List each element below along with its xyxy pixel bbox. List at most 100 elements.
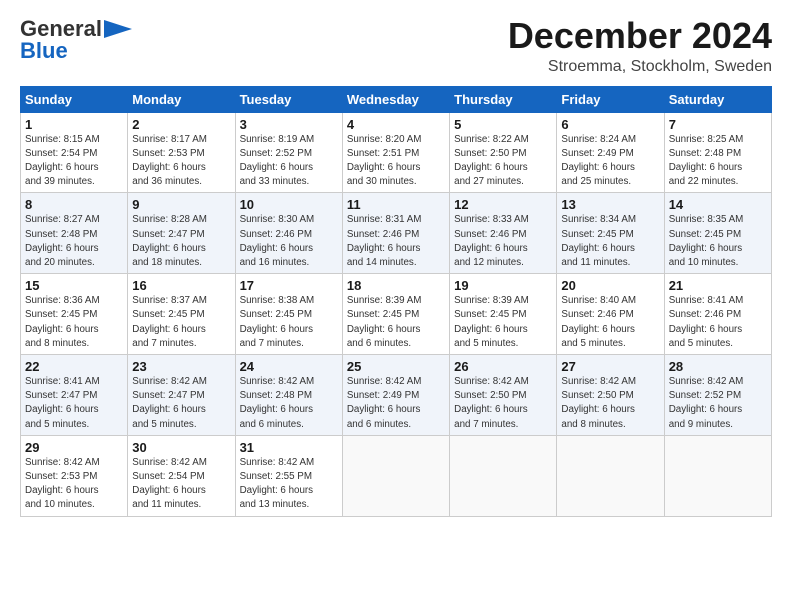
calendar-cell: 7Sunrise: 8:25 AMSunset: 2:48 PMDaylight… (664, 112, 771, 193)
day-info: Sunrise: 8:42 AMSunset: 2:48 PMDaylight:… (240, 375, 338, 432)
day-info: Sunrise: 8:24 AMSunset: 2:49 PMDaylight:… (561, 133, 659, 190)
day-info: Sunrise: 8:42 AMSunset: 2:50 PMDaylight:… (561, 375, 659, 432)
day-info: Sunrise: 8:42 AMSunset: 2:50 PMDaylight:… (454, 375, 552, 432)
day-number: 11 (347, 197, 445, 212)
calendar-cell: 6Sunrise: 8:24 AMSunset: 2:49 PMDaylight… (557, 112, 664, 193)
calendar-cell: 15Sunrise: 8:36 AMSunset: 2:45 PMDayligh… (21, 274, 128, 355)
calendar-cell: 27Sunrise: 8:42 AMSunset: 2:50 PMDayligh… (557, 355, 664, 436)
calendar-cell: 13Sunrise: 8:34 AMSunset: 2:45 PMDayligh… (557, 193, 664, 274)
calendar-cell: 2Sunrise: 8:17 AMSunset: 2:53 PMDaylight… (128, 112, 235, 193)
calendar-week-5: 29Sunrise: 8:42 AMSunset: 2:53 PMDayligh… (21, 435, 772, 516)
calendar-header-wednesday: Wednesday (342, 86, 449, 112)
day-info: Sunrise: 8:20 AMSunset: 2:51 PMDaylight:… (347, 133, 445, 190)
calendar-cell: 3Sunrise: 8:19 AMSunset: 2:52 PMDaylight… (235, 112, 342, 193)
day-info: Sunrise: 8:19 AMSunset: 2:52 PMDaylight:… (240, 133, 338, 190)
day-info: Sunrise: 8:34 AMSunset: 2:45 PMDaylight:… (561, 213, 659, 270)
calendar-cell: 19Sunrise: 8:39 AMSunset: 2:45 PMDayligh… (450, 274, 557, 355)
calendar-cell: 18Sunrise: 8:39 AMSunset: 2:45 PMDayligh… (342, 274, 449, 355)
calendar-header-sunday: Sunday (21, 86, 128, 112)
day-number: 10 (240, 197, 338, 212)
calendar-cell: 30Sunrise: 8:42 AMSunset: 2:54 PMDayligh… (128, 435, 235, 516)
calendar-week-2: 8Sunrise: 8:27 AMSunset: 2:48 PMDaylight… (21, 193, 772, 274)
calendar-cell: 16Sunrise: 8:37 AMSunset: 2:45 PMDayligh… (128, 274, 235, 355)
calendar-cell: 12Sunrise: 8:33 AMSunset: 2:46 PMDayligh… (450, 193, 557, 274)
calendar-table: SundayMondayTuesdayWednesdayThursdayFrid… (20, 86, 772, 517)
calendar-week-4: 22Sunrise: 8:41 AMSunset: 2:47 PMDayligh… (21, 355, 772, 436)
calendar-cell: 25Sunrise: 8:42 AMSunset: 2:49 PMDayligh… (342, 355, 449, 436)
calendar-cell: 23Sunrise: 8:42 AMSunset: 2:47 PMDayligh… (128, 355, 235, 436)
day-number: 17 (240, 278, 338, 293)
day-info: Sunrise: 8:42 AMSunset: 2:53 PMDaylight:… (25, 456, 123, 513)
day-info: Sunrise: 8:39 AMSunset: 2:45 PMDaylight:… (454, 294, 552, 351)
calendar-cell: 17Sunrise: 8:38 AMSunset: 2:45 PMDayligh… (235, 274, 342, 355)
day-number: 18 (347, 278, 445, 293)
day-info: Sunrise: 8:42 AMSunset: 2:49 PMDaylight:… (347, 375, 445, 432)
day-info: Sunrise: 8:37 AMSunset: 2:45 PMDaylight:… (132, 294, 230, 351)
day-number: 24 (240, 359, 338, 374)
day-number: 31 (240, 440, 338, 455)
day-info: Sunrise: 8:17 AMSunset: 2:53 PMDaylight:… (132, 133, 230, 190)
calendar-header-tuesday: Tuesday (235, 86, 342, 112)
calendar-header-saturday: Saturday (664, 86, 771, 112)
day-info: Sunrise: 8:25 AMSunset: 2:48 PMDaylight:… (669, 133, 767, 190)
day-info: Sunrise: 8:35 AMSunset: 2:45 PMDaylight:… (669, 213, 767, 270)
day-info: Sunrise: 8:42 AMSunset: 2:54 PMDaylight:… (132, 456, 230, 513)
day-number: 7 (669, 117, 767, 132)
day-info: Sunrise: 8:41 AMSunset: 2:47 PMDaylight:… (25, 375, 123, 432)
calendar-cell: 1Sunrise: 8:15 AMSunset: 2:54 PMDaylight… (21, 112, 128, 193)
calendar-cell: 10Sunrise: 8:30 AMSunset: 2:46 PMDayligh… (235, 193, 342, 274)
calendar-cell: 14Sunrise: 8:35 AMSunset: 2:45 PMDayligh… (664, 193, 771, 274)
day-info: Sunrise: 8:38 AMSunset: 2:45 PMDaylight:… (240, 294, 338, 351)
calendar-cell: 29Sunrise: 8:42 AMSunset: 2:53 PMDayligh… (21, 435, 128, 516)
day-number: 30 (132, 440, 230, 455)
day-info: Sunrise: 8:27 AMSunset: 2:48 PMDaylight:… (25, 213, 123, 270)
day-info: Sunrise: 8:36 AMSunset: 2:45 PMDaylight:… (25, 294, 123, 351)
location: Stroemma, Stockholm, Sweden (508, 58, 772, 76)
day-number: 19 (454, 278, 552, 293)
day-number: 20 (561, 278, 659, 293)
day-number: 25 (347, 359, 445, 374)
day-info: Sunrise: 8:40 AMSunset: 2:46 PMDaylight:… (561, 294, 659, 351)
day-info: Sunrise: 8:33 AMSunset: 2:46 PMDaylight:… (454, 213, 552, 270)
calendar-header-row: SundayMondayTuesdayWednesdayThursdayFrid… (21, 86, 772, 112)
day-number: 15 (25, 278, 123, 293)
day-info: Sunrise: 8:31 AMSunset: 2:46 PMDaylight:… (347, 213, 445, 270)
logo-blue: Blue (20, 38, 68, 64)
calendar-cell (664, 435, 771, 516)
day-number: 3 (240, 117, 338, 132)
day-info: Sunrise: 8:42 AMSunset: 2:52 PMDaylight:… (669, 375, 767, 432)
calendar-cell: 9Sunrise: 8:28 AMSunset: 2:47 PMDaylight… (128, 193, 235, 274)
day-number: 13 (561, 197, 659, 212)
calendar-cell: 5Sunrise: 8:22 AMSunset: 2:50 PMDaylight… (450, 112, 557, 193)
calendar-header-thursday: Thursday (450, 86, 557, 112)
day-number: 28 (669, 359, 767, 374)
calendar-cell: 31Sunrise: 8:42 AMSunset: 2:55 PMDayligh… (235, 435, 342, 516)
day-number: 27 (561, 359, 659, 374)
calendar-cell: 20Sunrise: 8:40 AMSunset: 2:46 PMDayligh… (557, 274, 664, 355)
calendar-cell: 26Sunrise: 8:42 AMSunset: 2:50 PMDayligh… (450, 355, 557, 436)
calendar-week-3: 15Sunrise: 8:36 AMSunset: 2:45 PMDayligh… (21, 274, 772, 355)
calendar-cell (557, 435, 664, 516)
day-info: Sunrise: 8:30 AMSunset: 2:46 PMDaylight:… (240, 213, 338, 270)
page: General Blue December 2024 Stroemma, Sto… (0, 0, 792, 612)
day-info: Sunrise: 8:15 AMSunset: 2:54 PMDaylight:… (25, 133, 123, 190)
calendar-header-monday: Monday (128, 86, 235, 112)
calendar-cell: 8Sunrise: 8:27 AMSunset: 2:48 PMDaylight… (21, 193, 128, 274)
day-number: 23 (132, 359, 230, 374)
calendar-header-friday: Friday (557, 86, 664, 112)
header: General Blue December 2024 Stroemma, Sto… (20, 16, 772, 76)
day-info: Sunrise: 8:41 AMSunset: 2:46 PMDaylight:… (669, 294, 767, 351)
day-number: 29 (25, 440, 123, 455)
day-number: 26 (454, 359, 552, 374)
day-info: Sunrise: 8:28 AMSunset: 2:47 PMDaylight:… (132, 213, 230, 270)
day-info: Sunrise: 8:39 AMSunset: 2:45 PMDaylight:… (347, 294, 445, 351)
day-number: 12 (454, 197, 552, 212)
day-info: Sunrise: 8:42 AMSunset: 2:47 PMDaylight:… (132, 375, 230, 432)
day-number: 9 (132, 197, 230, 212)
day-number: 14 (669, 197, 767, 212)
calendar-cell (342, 435, 449, 516)
calendar-cell: 28Sunrise: 8:42 AMSunset: 2:52 PMDayligh… (664, 355, 771, 436)
title-block: December 2024 Stroemma, Stockholm, Swede… (508, 16, 772, 76)
day-number: 8 (25, 197, 123, 212)
day-info: Sunrise: 8:22 AMSunset: 2:50 PMDaylight:… (454, 133, 552, 190)
